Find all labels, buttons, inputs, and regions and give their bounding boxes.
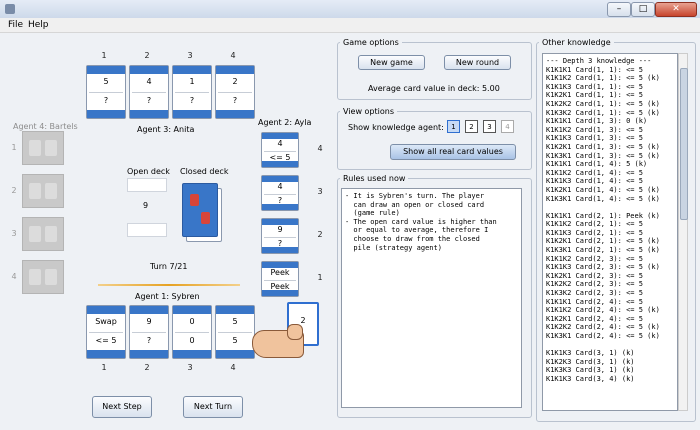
game-options-title: Game options xyxy=(340,38,402,47)
show-knowledge-label: Show knowledge agent: xyxy=(348,123,444,132)
agent1-col-2: 2 xyxy=(144,363,150,372)
agent1-label: Agent 1: Sybren xyxy=(135,292,200,301)
agent1-col-4: 4 xyxy=(230,363,236,372)
knowledge-agent-1-button[interactable]: 1 xyxy=(447,120,460,133)
agent1-col-1: 1 xyxy=(101,363,107,372)
card-top-label: 4 xyxy=(277,139,283,148)
agent2-label: Agent 2: Ayla xyxy=(258,118,312,127)
turn-indicator: Turn 7/21 xyxy=(150,262,188,271)
card-top-label: Peek xyxy=(270,268,290,277)
agent2-card-2[interactable]: 4? xyxy=(261,175,299,211)
agent4-card-3 xyxy=(22,217,64,251)
agent1-card-2[interactable]: 9? xyxy=(129,305,169,359)
agent4-label: Agent 4: Bartels xyxy=(13,122,78,131)
agent3-card-2[interactable]: 4? xyxy=(129,65,169,119)
closed-deck-label: Closed deck xyxy=(180,167,229,176)
agent2-card-3[interactable]: 9? xyxy=(261,218,299,254)
card-bottom-label: ? xyxy=(232,96,238,105)
agent2-row-3: 2 xyxy=(317,230,323,239)
knowledge-agent-4-button[interactable]: 4 xyxy=(501,120,514,133)
card-top-label: 1 xyxy=(189,77,195,86)
menu-bar xyxy=(0,18,700,33)
open-deck-label: Open deck xyxy=(127,167,170,176)
agent3-label: Agent 3: Anita xyxy=(137,125,195,134)
view-options-title: View options xyxy=(340,107,397,116)
agent2-card-4[interactable]: Peek Peek xyxy=(261,261,299,297)
agent3-card-1[interactable]: 5? xyxy=(86,65,126,119)
agent1-col-3: 3 xyxy=(187,363,193,372)
agent4-row-4: 4 xyxy=(11,272,17,281)
maximize-button[interactable]: □ xyxy=(631,2,655,17)
open-deck-card[interactable] xyxy=(127,223,167,237)
agent3-card-4[interactable]: 2? xyxy=(215,65,255,119)
rules-textarea[interactable]: - It is Sybren's turn. The player can dr… xyxy=(341,188,522,408)
agent1-card-1[interactable]: Swap <= 5 xyxy=(86,305,126,359)
title-bar xyxy=(0,0,700,19)
card-top-label: 5 xyxy=(103,77,109,86)
card-bottom-label: ? xyxy=(146,96,152,105)
card-top-label: Swap xyxy=(95,317,117,326)
card-bottom-label: ? xyxy=(103,96,109,105)
card-top-label: 9 xyxy=(277,225,283,234)
card-bottom-label: ? xyxy=(189,96,195,105)
agent3-col-4: 4 xyxy=(230,51,236,60)
agent2-row-1: 4 xyxy=(317,144,323,153)
turn-divider xyxy=(98,284,240,286)
agent2-card-1[interactable]: 4 <= 5 xyxy=(261,132,299,168)
agent3-col-1: 1 xyxy=(101,51,107,60)
card-top-label: 4 xyxy=(277,182,283,191)
menu-file[interactable]: File xyxy=(8,20,23,30)
card-bottom-label: 5 xyxy=(232,336,238,345)
open-deck-value: 9 xyxy=(143,201,149,210)
closed-deck-card[interactable] xyxy=(182,183,218,237)
agent2-row-2: 3 xyxy=(317,187,323,196)
agent3-col-3: 3 xyxy=(187,51,193,60)
card-top-label: 9 xyxy=(146,317,152,326)
card-top-label: 0 xyxy=(189,317,195,326)
knowledge-textarea[interactable]: --- Depth 3 knowledge --- K1K1K1 Card(1,… xyxy=(542,53,678,411)
card-bottom-label: 0 xyxy=(189,336,195,345)
agent4-row-3: 3 xyxy=(11,229,17,238)
card-top-label: 2 xyxy=(232,77,238,86)
agent3-col-2: 2 xyxy=(144,51,150,60)
agent4-row-2: 2 xyxy=(11,186,17,195)
knowledge-text: --- Depth 3 knowledge --- K1K1K1 Card(1,… xyxy=(546,57,660,383)
knowledge-title: Other knowledge xyxy=(539,38,614,47)
agent3-card-3[interactable]: 1? xyxy=(172,65,212,119)
close-button[interactable]: ✕ xyxy=(655,2,697,17)
agent4-row-1: 1 xyxy=(11,143,17,152)
knowledge-scroll-thumb[interactable] xyxy=(680,68,688,220)
card-top-label: 5 xyxy=(232,317,238,326)
agent4-card-4 xyxy=(22,260,64,294)
hand-thumb xyxy=(287,324,303,340)
new-game-button[interactable]: New game xyxy=(358,55,425,70)
knowledge-agent-2-button[interactable]: 2 xyxy=(465,120,478,133)
agent2-row-4: 1 xyxy=(317,273,323,282)
knowledge-scrollbar[interactable] xyxy=(678,53,688,411)
minimize-button[interactable]: – xyxy=(607,2,631,17)
agent1-card-4[interactable]: 55 xyxy=(215,305,255,359)
card-bottom-label: ? xyxy=(146,336,152,345)
open-deck-slot-top xyxy=(127,178,167,192)
show-all-real-values-button[interactable]: Show all real card values xyxy=(390,144,516,160)
card-top-label: 4 xyxy=(146,77,152,86)
app-icon xyxy=(5,4,15,14)
card-bottom-label: <= 5 xyxy=(95,336,117,345)
new-round-button[interactable]: New round xyxy=(444,55,511,70)
knowledge-agent-3-button[interactable]: 3 xyxy=(483,120,496,133)
next-turn-button[interactable]: Next Turn xyxy=(183,396,243,418)
menu-help[interactable]: Help xyxy=(28,20,49,30)
rules-text: - It is Sybren's turn. The player can dr… xyxy=(345,192,497,252)
agent1-card-3[interactable]: 00 xyxy=(172,305,212,359)
agent4-card-2 xyxy=(22,174,64,208)
average-card-value: Average card value in deck: 5.00 xyxy=(368,84,500,93)
next-step-button[interactable]: Next Step xyxy=(92,396,152,418)
rules-title: Rules used now xyxy=(340,174,409,183)
agent4-card-1 xyxy=(22,131,64,165)
